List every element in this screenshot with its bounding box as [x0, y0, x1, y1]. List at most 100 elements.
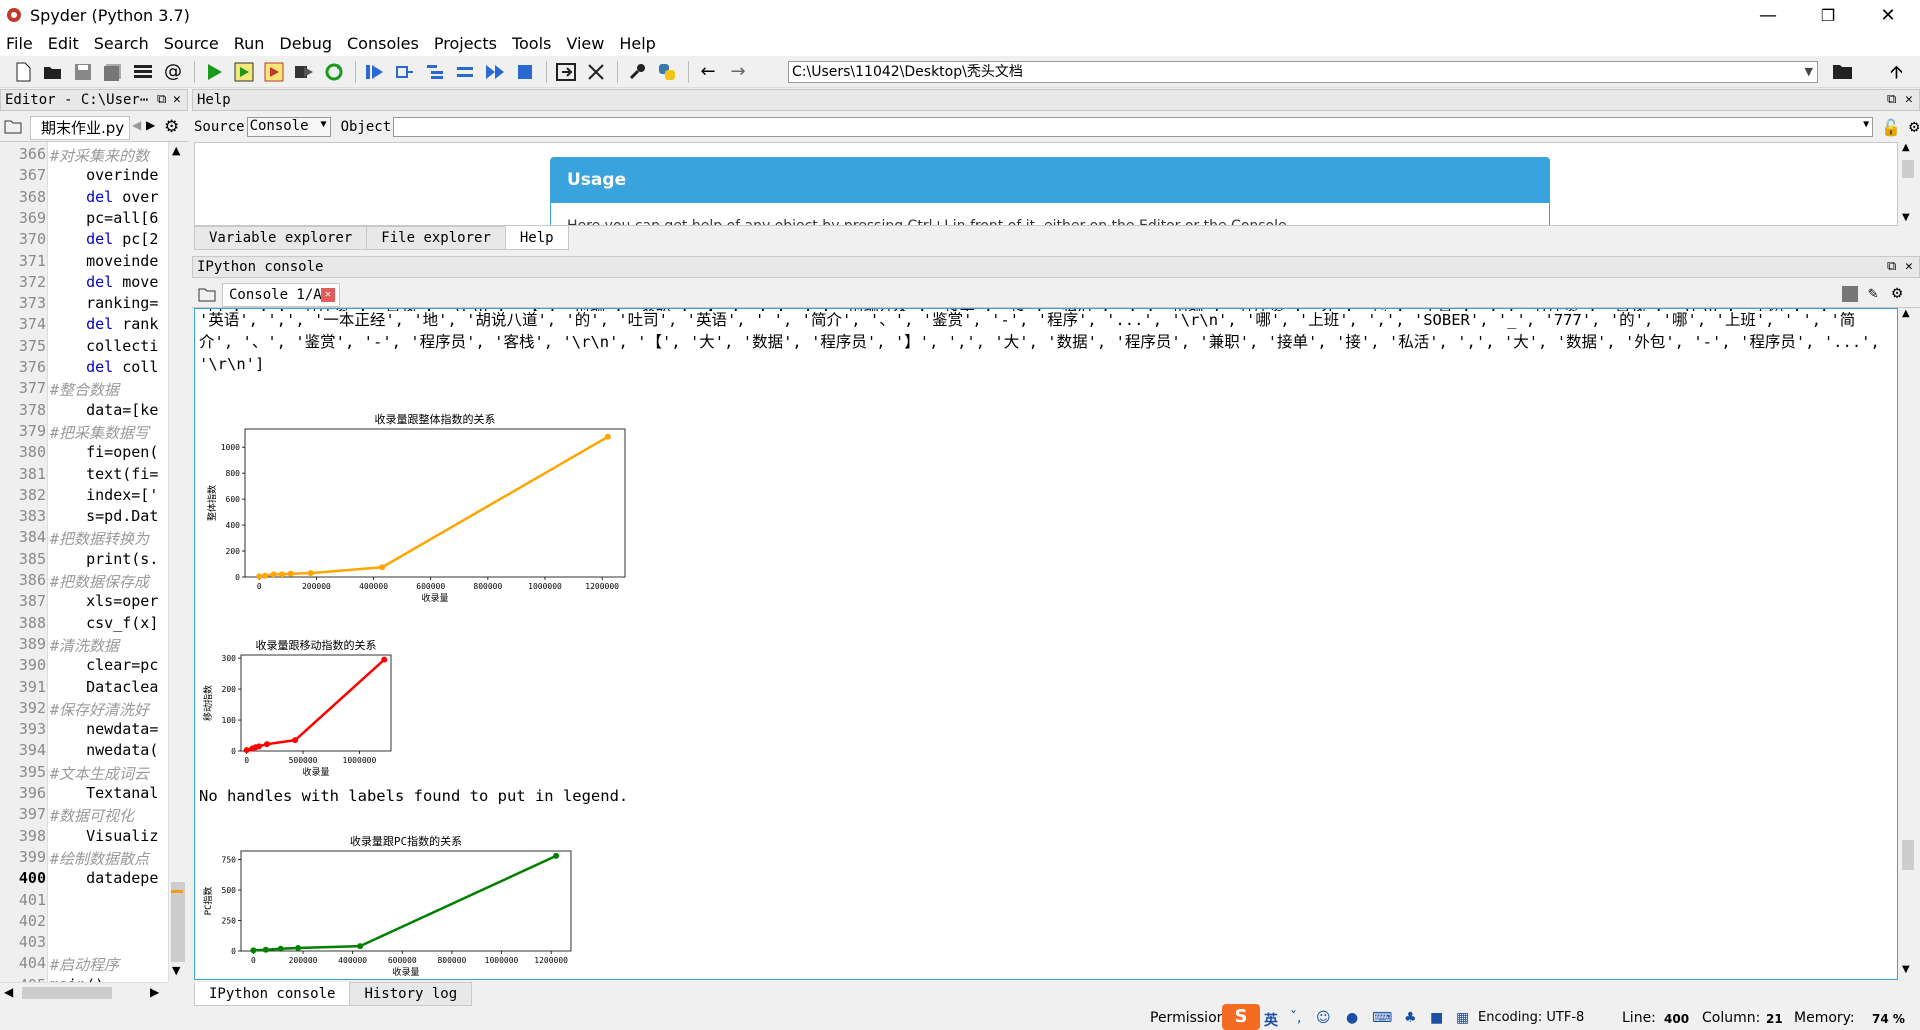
close-pane-icon[interactable]: ✕	[173, 90, 181, 110]
close-tab-icon[interactable]: ✕	[321, 288, 335, 302]
code-editor[interactable]: 366 367 368 369 370 371 372 373 374 375 376 377 378 3…	[0, 142, 168, 982]
eraser-icon[interactable]: ✎	[1868, 283, 1878, 302]
browse-tabs-icon[interactable]	[198, 285, 216, 307]
close-pane-icon[interactable]: ✕	[1905, 90, 1913, 110]
ime-skin-icon[interactable]: ■	[1430, 1010, 1443, 1026]
ime-tools-icon[interactable]: ♣	[1404, 1010, 1417, 1026]
line-number: 400	[18, 869, 46, 888]
menu-run[interactable]: Run	[234, 34, 265, 53]
menu-view[interactable]: View	[566, 34, 604, 53]
forward-arrow-icon[interactable]: →	[727, 61, 749, 83]
scroll-left-icon[interactable]: ◀	[4, 985, 13, 999]
stop-kernel-icon[interactable]	[1842, 286, 1858, 302]
tab-help[interactable]: Help	[504, 226, 569, 250]
ime-emoji-icon[interactable]: ☺	[1316, 1010, 1331, 1026]
close-button[interactable]: ✕	[1860, 0, 1916, 30]
scroll-right-icon[interactable]: ▶	[150, 985, 159, 999]
menu-tools[interactable]: Tools	[512, 34, 551, 53]
python-path-icon[interactable]	[656, 61, 678, 83]
console-vertical-scrollbar[interactable]: ▲ ▼	[1898, 308, 1918, 980]
tab-file-explorer[interactable]: File explorer	[366, 226, 506, 250]
help-vertical-scrollbar[interactable]: ▲ ▼	[1898, 142, 1918, 226]
object-input[interactable]: ▼	[393, 117, 1874, 137]
tab-left-arrow-icon[interactable]: ◀	[132, 118, 141, 132]
console-tab[interactable]: Console 1/A ✕	[222, 283, 340, 307]
lock-icon[interactable]: 🔓	[1881, 118, 1901, 137]
scroll-down-icon[interactable]: ▼	[172, 964, 180, 977]
source-select[interactable]: Console ▼	[246, 117, 331, 137]
scroll-up-icon[interactable]: ▲	[1902, 308, 1910, 319]
editor-horizontal-scrollbar[interactable]: ◀ ▶	[0, 982, 168, 1002]
menu-edit[interactable]: Edit	[48, 34, 79, 53]
scrollbar-thumb[interactable]	[1902, 840, 1914, 870]
code-line: pc=all[6	[50, 208, 159, 227]
gear-icon[interactable]: ⚙	[164, 117, 179, 137]
ime-mode[interactable]: 英	[1264, 1010, 1278, 1030]
maximize-pane-icon[interactable]	[555, 61, 577, 83]
ime-punct[interactable]: ˇ,	[1290, 1010, 1301, 1026]
step-icon[interactable]	[394, 61, 416, 83]
step-return-icon[interactable]	[454, 61, 476, 83]
save-icon[interactable]	[72, 61, 94, 83]
scrollbar-thumb[interactable]	[22, 987, 112, 999]
open-folder-icon[interactable]	[42, 61, 64, 83]
menu-source[interactable]: Source	[164, 34, 219, 53]
scrollbar-thumb[interactable]	[1902, 160, 1914, 178]
tab-variable-explorer[interactable]: Variable explorer	[194, 226, 368, 250]
working-directory-input[interactable]: C:\Users\11042\Desktop\秃头文档 ▼	[788, 61, 1818, 83]
run-cell-icon[interactable]	[233, 61, 255, 83]
menu-debug[interactable]: Debug	[279, 34, 332, 53]
ipython-console[interactable]: '吕', ',', '程序员', '自我', '\r\n', '【', '前端'…	[194, 308, 1898, 980]
tab-history-log[interactable]: History log	[349, 982, 473, 1006]
continue-icon[interactable]	[484, 61, 506, 83]
scroll-down-icon[interactable]: ▼	[1902, 964, 1910, 975]
ime-logo-icon[interactable]: S	[1222, 1004, 1260, 1030]
menu-help[interactable]: Help	[619, 34, 655, 53]
step-into-icon[interactable]	[424, 61, 446, 83]
new-file-icon[interactable]	[12, 61, 34, 83]
ime-voice-icon[interactable]: ●	[1346, 1010, 1358, 1026]
tab-ipython-console[interactable]: IPython console	[194, 982, 351, 1006]
scroll-up-icon[interactable]: ▲	[1902, 142, 1910, 153]
menu-consoles[interactable]: Consoles	[347, 34, 419, 53]
editor-file-tab[interactable]: 期末作业.py	[30, 116, 130, 140]
rerun-icon[interactable]	[323, 61, 345, 83]
tab-right-arrow-icon[interactable]: ▶	[146, 118, 155, 132]
save-all-icon[interactable]	[102, 61, 124, 83]
debug-icon[interactable]	[364, 61, 386, 83]
maximize-button[interactable]: ❐	[1800, 0, 1856, 30]
menu-projects[interactable]: Projects	[434, 34, 497, 53]
fullscreen-icon[interactable]	[585, 61, 607, 83]
chevron-down-icon[interactable]: ▼	[1863, 119, 1869, 130]
undock-icon[interactable]: ⧉	[1887, 257, 1896, 277]
run-selection-icon[interactable]	[293, 61, 315, 83]
browse-tabs-icon[interactable]	[4, 117, 22, 139]
run-icon[interactable]	[203, 61, 225, 83]
ime-keyboard-icon[interactable]: ⌨	[1372, 1010, 1392, 1026]
x-tick-label: 1000000	[528, 582, 562, 591]
menu-file[interactable]: File	[6, 34, 33, 53]
close-pane-icon[interactable]: ✕	[1905, 257, 1913, 277]
run-cell-advance-icon[interactable]	[263, 61, 285, 83]
scroll-up-icon[interactable]: ▲	[172, 144, 180, 157]
stop-debug-icon[interactable]	[514, 61, 536, 83]
line-number: 397	[18, 805, 46, 824]
scrollbar-thumb[interactable]	[171, 882, 185, 962]
y-axis-label: PC指数	[202, 887, 214, 916]
wrench-icon[interactable]	[626, 61, 648, 83]
back-arrow-icon[interactable]: ←	[697, 61, 719, 83]
undock-icon[interactable]: ⧉	[157, 90, 166, 110]
browse-folder-icon[interactable]	[1832, 61, 1856, 83]
ime-menu-icon[interactable]: ▦	[1456, 1010, 1469, 1026]
gear-icon[interactable]: ⚙	[1892, 283, 1902, 303]
scroll-down-icon[interactable]: ▼	[1902, 212, 1910, 223]
menu-search[interactable]: Search	[94, 34, 149, 53]
parent-directory-icon[interactable]: 🡩	[1890, 60, 1912, 83]
undock-icon[interactable]: ⧉	[1887, 90, 1896, 110]
minimize-button[interactable]: —	[1740, 0, 1796, 30]
editor-vertical-scrollbar[interactable]: ▲ ▼	[168, 142, 188, 982]
chevron-down-icon[interactable]: ▼	[1805, 62, 1813, 82]
gear-icon[interactable]: ⚙	[1909, 117, 1919, 137]
list-icon[interactable]	[132, 61, 154, 83]
at-icon[interactable]: @	[162, 61, 184, 83]
